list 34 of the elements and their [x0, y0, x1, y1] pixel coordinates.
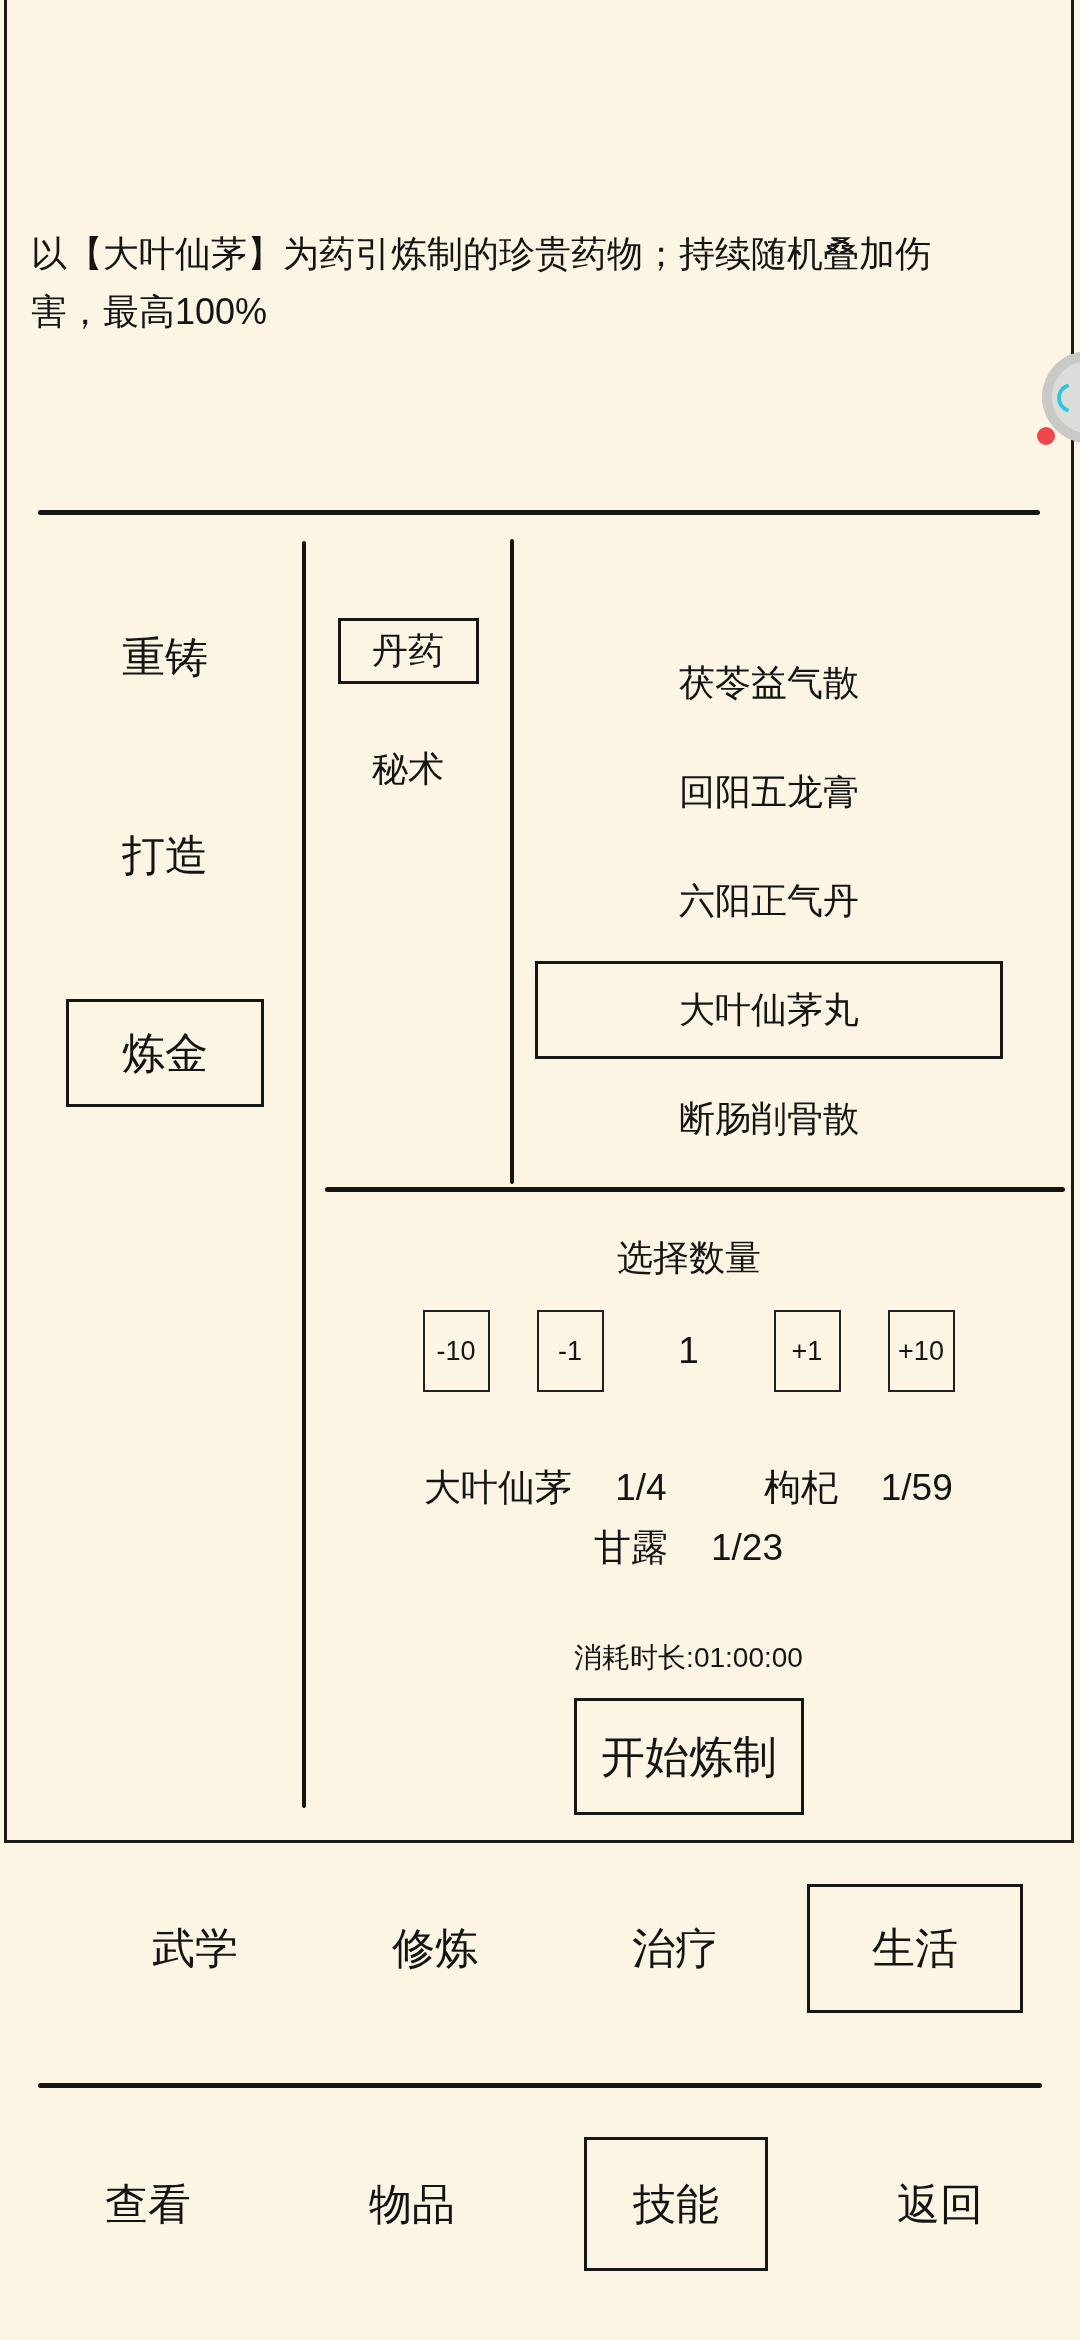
craft-tab[interactable]: 重铸: [65, 603, 264, 711]
material-count: 1/23: [711, 1526, 783, 1570]
material-name: 甘露: [594, 1526, 668, 1570]
decrease-button[interactable]: -10: [422, 1310, 490, 1392]
increase-button[interactable]: +10: [887, 1310, 955, 1392]
description-text: 以【大叶仙茅】为药引炼制的珍贵药物；持续随机叠加伤害，最高100%: [31, 232, 932, 334]
skill-tab[interactable]: 生活: [807, 1884, 1023, 2013]
recipe-item[interactable]: 六阳正气丹: [535, 852, 1003, 950]
nav-tab[interactable]: 返回: [848, 2137, 1032, 2271]
skill-tab[interactable]: 治疗: [567, 1884, 783, 2013]
material-count: 1/4: [615, 1466, 667, 1510]
skill-tab[interactable]: 武学: [87, 1884, 303, 2013]
material-count: 1/59: [880, 1466, 953, 1510]
decrease-button[interactable]: -1: [536, 1310, 604, 1392]
craft-tab[interactable]: 炼金: [65, 999, 264, 1107]
recipe-item[interactable]: 断肠削骨散: [535, 1070, 1003, 1168]
recipe-item[interactable]: 回阳五龙膏: [535, 743, 1003, 841]
recipe-item[interactable]: 茯苓益气散: [535, 634, 1003, 732]
material-name: 大叶仙茅: [424, 1466, 573, 1510]
start-button[interactable]: 开始炼制: [573, 1698, 804, 1815]
notification-dot-icon: [1037, 427, 1055, 445]
material-name: 枸杞: [763, 1466, 838, 1510]
increase-button[interactable]: +1: [773, 1310, 841, 1392]
recipe-item[interactable]: 大叶仙茅丸: [535, 961, 1003, 1059]
nav-tab[interactable]: 技能: [584, 2137, 768, 2271]
category-tab[interactable]: 丹药: [337, 618, 479, 684]
duration-text: 消耗时长:01:00:00: [574, 1641, 803, 1675]
craft-tab[interactable]: 打造: [65, 801, 264, 909]
nav-tab[interactable]: 物品: [320, 2137, 504, 2271]
quantity-value: 1: [678, 1329, 699, 1374]
quantity-label: 选择数量: [616, 1236, 761, 1280]
skill-tab[interactable]: 修炼: [327, 1884, 543, 2013]
category-tab[interactable]: 秘术: [337, 736, 479, 802]
nav-tab[interactable]: 查看: [56, 2137, 240, 2271]
